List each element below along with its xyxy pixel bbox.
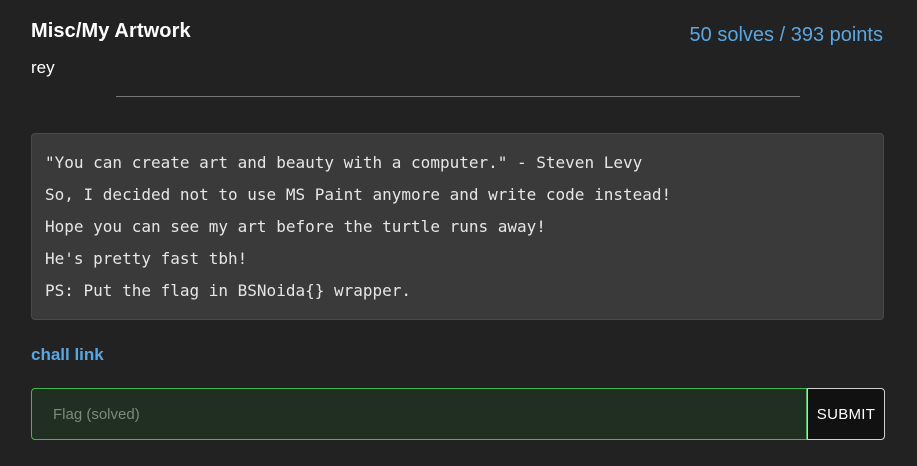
description-box: "You can create art and beauty with a co…	[31, 133, 884, 320]
description-line: PS: Put the flag in BSNoida{} wrapper.	[45, 281, 412, 300]
challenge-stats: 50 solves / 393 points	[689, 24, 883, 46]
description-line: "You can create art and beauty with a co…	[45, 153, 643, 172]
submit-button[interactable]: SUBMIT	[807, 388, 885, 440]
description-line: So, I decided not to use MS Paint anymor…	[45, 185, 672, 204]
flag-input[interactable]	[31, 388, 807, 440]
flag-form: SUBMIT	[31, 388, 885, 440]
challenge-author: rey	[31, 58, 55, 77]
divider	[116, 96, 800, 97]
description-line: He's pretty fast tbh!	[45, 249, 248, 268]
challenge-title: Misc/My Artwork	[31, 20, 191, 42]
description-line: Hope you can see my art before the turtl…	[45, 217, 546, 236]
chall-link[interactable]: chall link	[31, 345, 104, 365]
